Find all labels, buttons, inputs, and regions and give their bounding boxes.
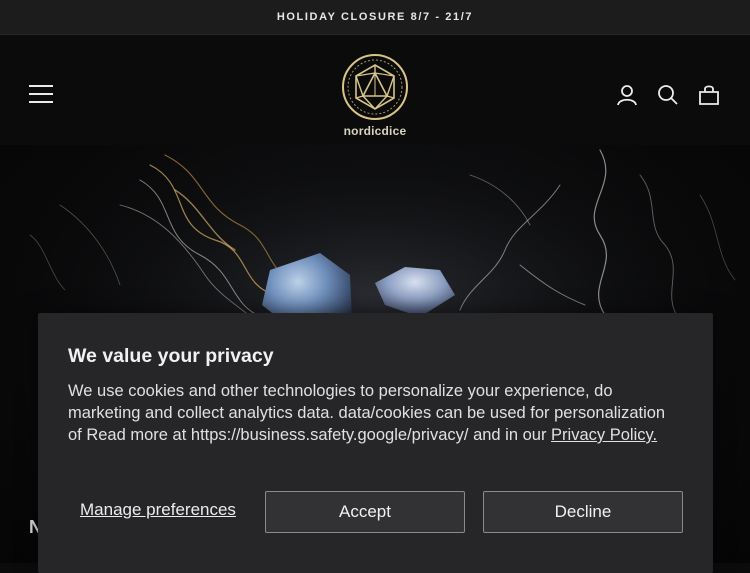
site-header: nordicdice bbox=[0, 35, 750, 145]
site-logo[interactable]: nordicdice bbox=[337, 53, 413, 143]
cookie-consent-banner: We value your privacy We use cookies and… bbox=[38, 313, 713, 573]
search-icon[interactable] bbox=[657, 84, 679, 106]
cookie-banner-body: We use cookies and other technologies to… bbox=[68, 380, 683, 446]
privacy-policy-link[interactable]: Privacy Policy. bbox=[551, 426, 657, 444]
account-icon[interactable] bbox=[616, 84, 638, 106]
menu-icon[interactable] bbox=[29, 85, 53, 103]
logo-emblem-icon bbox=[342, 54, 408, 120]
announcement-text: HOLIDAY CLOSURE 8/7 - 21/7 bbox=[276, 11, 474, 23]
logo-wordmark: nordicdice bbox=[343, 124, 407, 138]
accept-button[interactable]: Accept bbox=[265, 491, 465, 533]
decline-button[interactable]: Decline bbox=[483, 491, 683, 533]
manage-preferences-link[interactable]: Manage preferences bbox=[80, 500, 236, 520]
announcement-bar: HOLIDAY CLOSURE 8/7 - 21/7 bbox=[0, 0, 750, 35]
cookie-banner-title: We value your privacy bbox=[68, 345, 274, 367]
cart-icon[interactable] bbox=[698, 84, 720, 106]
